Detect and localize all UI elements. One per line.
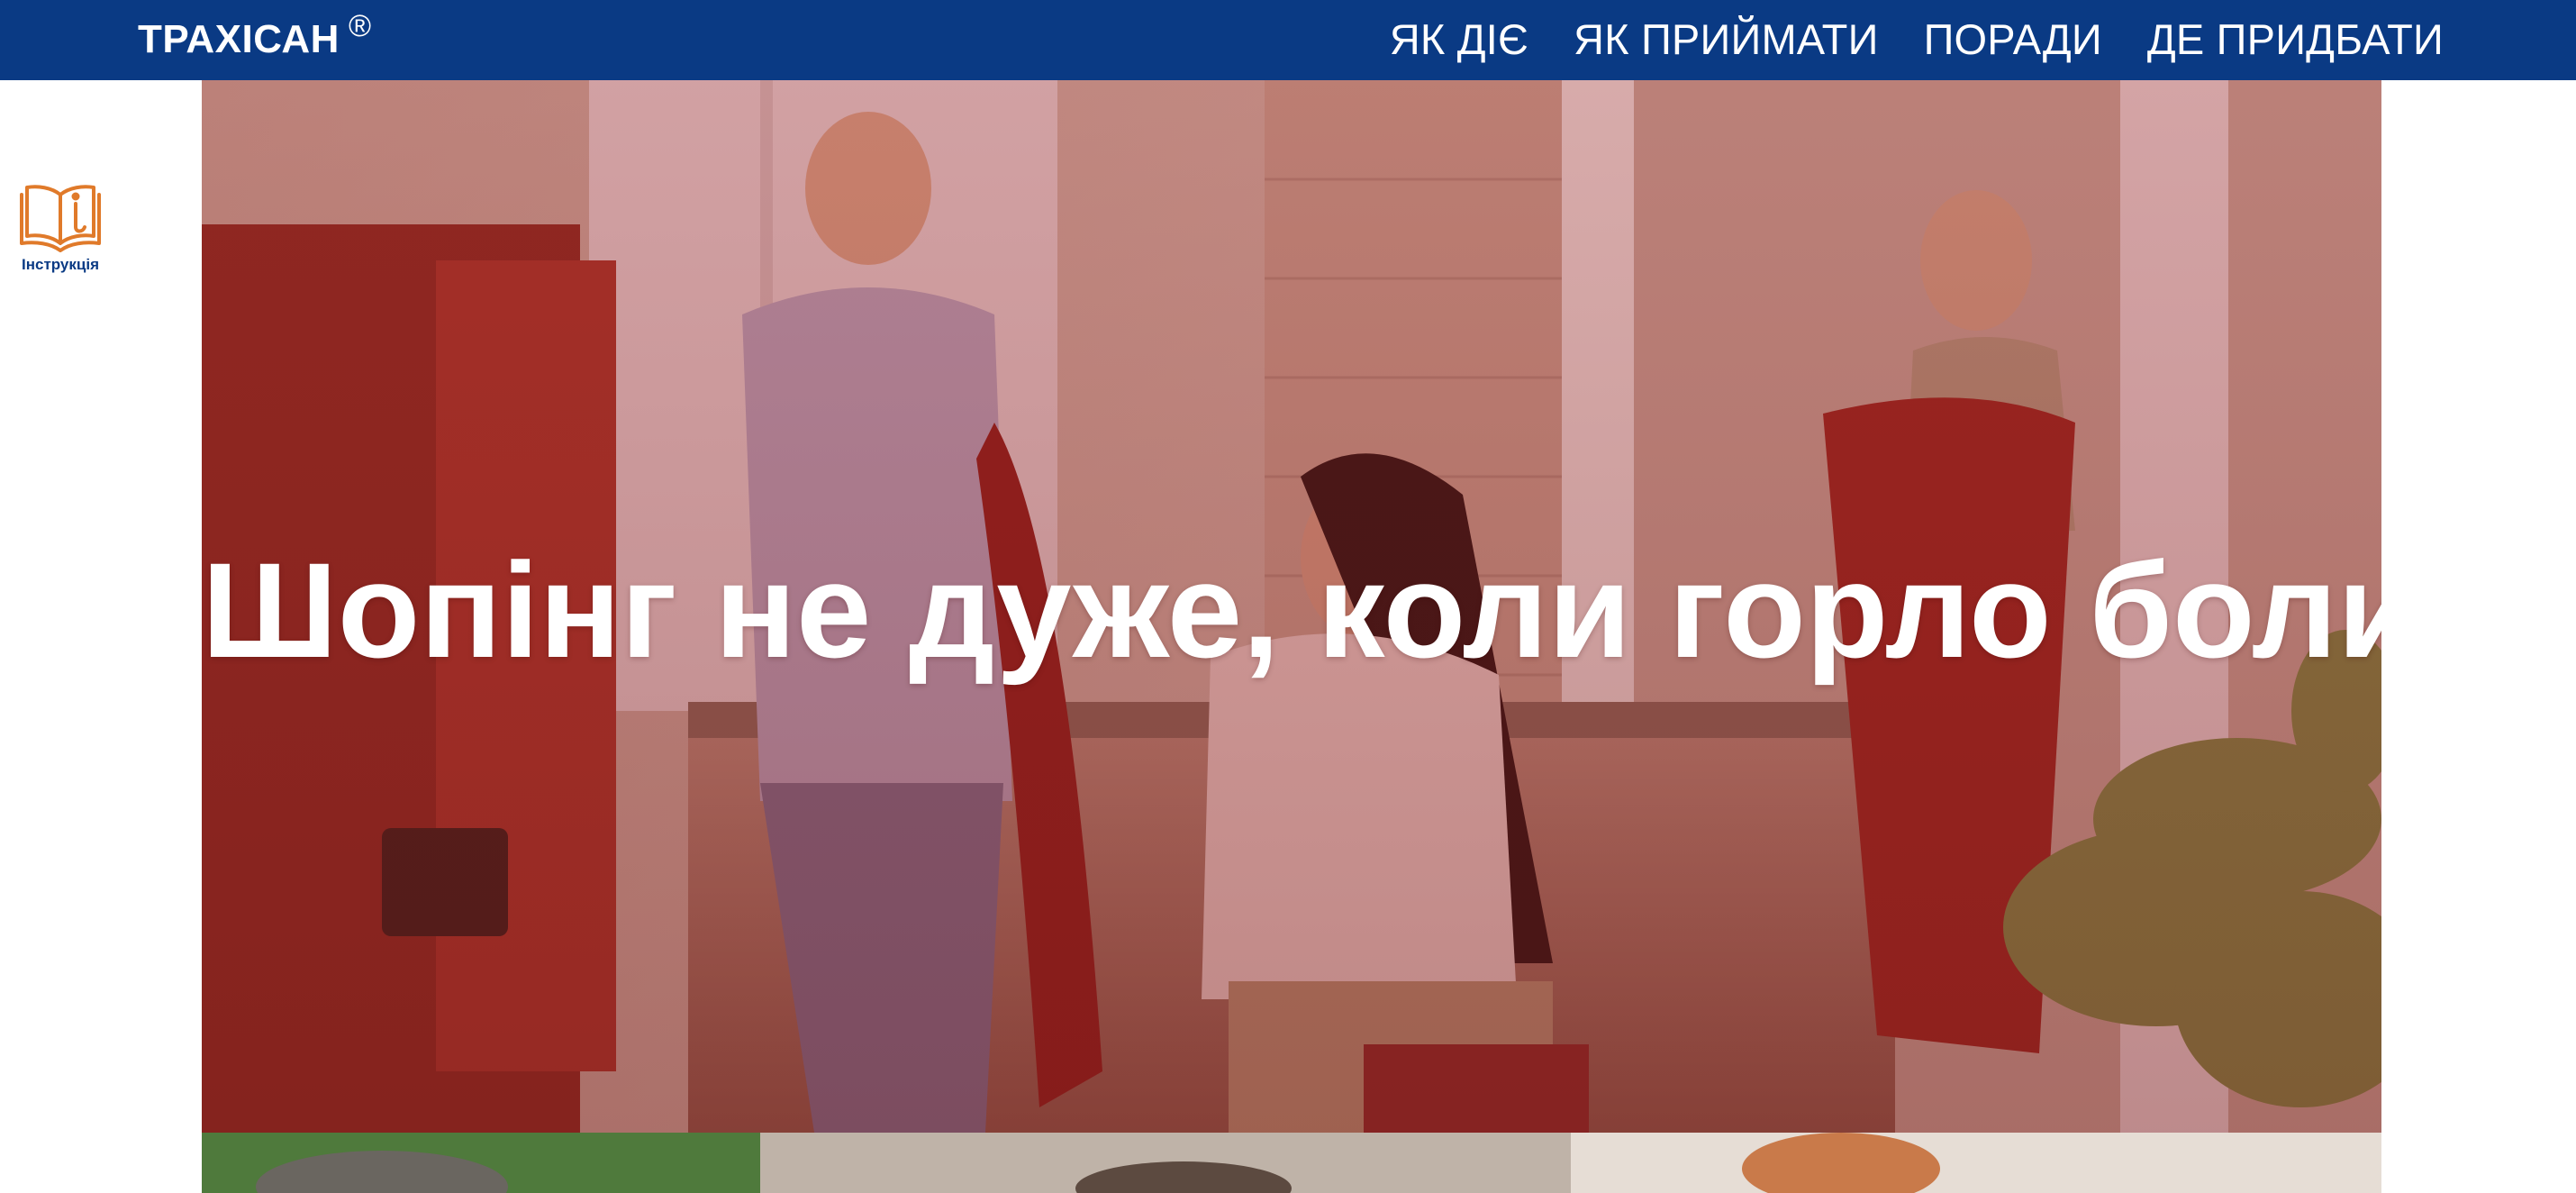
book-icon xyxy=(20,185,101,252)
registered-mark: ® xyxy=(348,9,372,43)
brand-name: ТРАХІСАН xyxy=(138,17,340,61)
next-section-image xyxy=(202,1133,2381,1193)
brand-logo[interactable]: ТРАХІСАН ® xyxy=(138,9,372,66)
top-navigation-bar: ТРАХІСАН ® ЯК ДІЄ ЯК ПРИЙМАТИ ПОРАДИ ДЕ П… xyxy=(0,0,2576,80)
instruction-link[interactable]: Інструкція xyxy=(13,177,108,274)
nav-link-where-to-buy[interactable]: ДЕ ПРИДБАТИ xyxy=(2147,14,2444,65)
hero-banner: Шопінг не дуже, коли горло болить xyxy=(202,80,2381,1133)
nav-link-how-to-take[interactable]: ЯК ПРИЙМАТИ xyxy=(1574,14,1879,65)
nav-link-how-it-works[interactable]: ЯК ДІЄ xyxy=(1390,14,1528,65)
hero-title: Шопінг не дуже, коли горло болить xyxy=(202,534,2381,686)
instruction-label: Інструкція xyxy=(22,256,99,273)
nav-link-tips[interactable]: ПОРАДИ xyxy=(1924,14,2102,65)
main-menu: ЯК ДІЄ ЯК ПРИЙМАТИ ПОРАДИ ДЕ ПРИДБАТИ xyxy=(1390,14,2444,65)
